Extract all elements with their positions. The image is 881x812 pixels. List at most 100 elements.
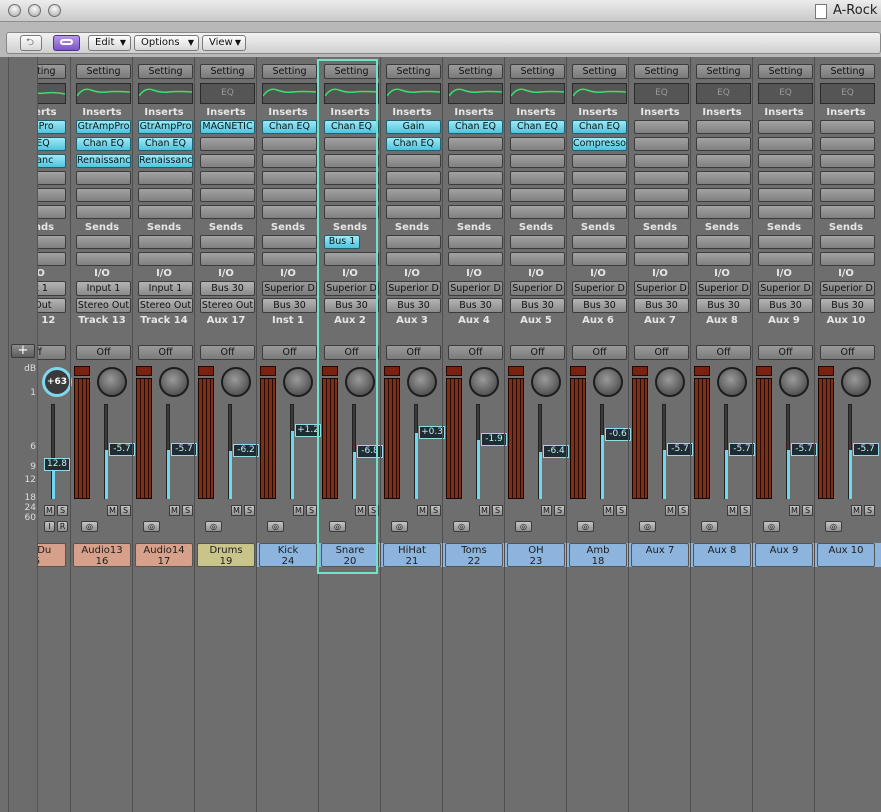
insert-slot[interactable] (820, 188, 875, 202)
insert-slot[interactable] (38, 205, 66, 219)
input-button[interactable]: Superior D (448, 281, 503, 296)
insert-slot[interactable]: Chan EQ (510, 120, 565, 134)
send-slot[interactable] (758, 235, 813, 249)
send-slot[interactable] (820, 235, 875, 249)
output-button[interactable]: Bus 30 (510, 298, 565, 313)
insert-slot[interactable]: Chan EQ (386, 137, 441, 151)
insert-slot[interactable] (572, 188, 627, 202)
insert-slot[interactable] (758, 120, 813, 134)
insert-slot[interactable] (448, 205, 503, 219)
send-slot[interactable] (510, 235, 565, 249)
setting-button[interactable]: Setting (572, 64, 627, 79)
automation-mode[interactable]: Off (758, 345, 813, 360)
insert-slot[interactable] (634, 137, 689, 151)
insert-slot[interactable] (262, 137, 317, 151)
insert-slot[interactable] (324, 171, 379, 185)
send-slot[interactable] (572, 252, 627, 266)
pan-knob[interactable] (221, 367, 251, 397)
setting-button[interactable]: Setting (820, 64, 875, 79)
insert-slot[interactable] (696, 154, 751, 168)
insert-slot[interactable]: Compresso (572, 137, 627, 151)
insert-slot[interactable]: Gain (386, 120, 441, 134)
send-slot[interactable] (634, 252, 689, 266)
input-button[interactable]: Superior D (510, 281, 565, 296)
stereo-link-button[interactable]: ◎ (453, 521, 470, 532)
setting-button[interactable]: Setting (758, 64, 813, 79)
insert-slot[interactable] (386, 171, 441, 185)
stereo-link-button[interactable]: ◎ (329, 521, 346, 532)
mute-button[interactable]: M (417, 505, 428, 516)
insert-slot[interactable]: Chan EQ (448, 120, 503, 134)
mute-button[interactable]: M (789, 505, 800, 516)
pan-knob[interactable] (97, 367, 127, 397)
automation-mode[interactable]: Off (634, 345, 689, 360)
pan-knob[interactable] (345, 367, 375, 397)
mute-button[interactable]: M (851, 505, 862, 516)
insert-slot[interactable] (76, 205, 131, 219)
insert-slot[interactable] (324, 188, 379, 202)
solo-button[interactable]: S (616, 505, 627, 516)
send-slot[interactable] (758, 252, 813, 266)
insert-slot[interactable] (634, 171, 689, 185)
solo-button[interactable]: S (802, 505, 813, 516)
insert-slot[interactable] (386, 188, 441, 202)
automation-mode[interactable]: Off (696, 345, 751, 360)
insert-slot[interactable] (138, 171, 193, 185)
insert-slot[interactable] (262, 154, 317, 168)
pan-knob[interactable] (531, 367, 561, 397)
insert-slot[interactable] (820, 205, 875, 219)
insert-slot[interactable] (510, 171, 565, 185)
view-menu[interactable]: View ▼ (202, 35, 246, 51)
insert-slot[interactable]: issanc (38, 154, 66, 168)
setting-button[interactable]: Setting (324, 64, 379, 79)
insert-slot[interactable]: Chan EQ (138, 137, 193, 151)
send-slot[interactable] (572, 235, 627, 249)
insert-slot[interactable] (758, 205, 813, 219)
insert-slot[interactable] (510, 205, 565, 219)
mute-button[interactable]: M (665, 505, 676, 516)
insert-slot[interactable] (386, 205, 441, 219)
input-button[interactable]: Superior D (386, 281, 441, 296)
channel-name[interactable]: OH 23 (507, 543, 565, 567)
edit-menu[interactable]: Edit ▼ (88, 35, 131, 51)
channel-name[interactable]: GitDu5 (38, 543, 66, 567)
channel-name[interactable]: HiHat 21 (383, 543, 441, 567)
insert-slot[interactable] (448, 137, 503, 151)
eq-thumbnail[interactable] (448, 83, 503, 104)
input-button[interactable]: Superior D (634, 281, 689, 296)
zoom-window-button[interactable] (48, 4, 61, 17)
input-button[interactable]: Superior D (820, 281, 875, 296)
automation-mode[interactable]: Off (200, 345, 255, 360)
channel-name[interactable]: Aux 8 (693, 543, 751, 567)
insert-slot[interactable] (38, 171, 66, 185)
output-button[interactable]: Bus 30 (572, 298, 627, 313)
mute-button[interactable]: M (479, 505, 490, 516)
insert-slot[interactable]: Chan EQ (262, 120, 317, 134)
send-slot[interactable] (262, 235, 317, 249)
eq-thumbnail[interactable]: EQ (634, 83, 689, 104)
insert-slot[interactable]: Chan EQ (572, 120, 627, 134)
insert-slot[interactable] (510, 154, 565, 168)
send-slot[interactable] (386, 252, 441, 266)
automation-mode[interactable]: Off (76, 345, 131, 360)
insert-slot[interactable]: GtrAmpPro (138, 120, 193, 134)
link-icon[interactable] (53, 35, 80, 51)
setting-button[interactable]: Setting (510, 64, 565, 79)
input-monitor-button[interactable]: I (44, 521, 55, 532)
insert-slot[interactable] (572, 205, 627, 219)
automation-mode[interactable]: Off (510, 345, 565, 360)
setting-button[interactable]: Setting (76, 64, 131, 79)
output-button[interactable]: Bus 30 (696, 298, 751, 313)
insert-slot[interactable]: MAGNETIC (200, 120, 255, 134)
output-button[interactable]: Bus 30 (262, 298, 317, 313)
send-slot[interactable] (448, 235, 503, 249)
fader-value[interactable]: -5.7 (853, 443, 879, 456)
insert-slot[interactable] (38, 188, 66, 202)
eq-thumbnail[interactable] (324, 83, 379, 104)
insert-slot[interactable] (634, 188, 689, 202)
output-button[interactable]: Bus 30 (634, 298, 689, 313)
pan-knob[interactable] (283, 367, 313, 397)
automation-mode[interactable]: Off (324, 345, 379, 360)
stereo-link-button[interactable]: ◎ (205, 521, 222, 532)
insert-slot[interactable] (324, 205, 379, 219)
